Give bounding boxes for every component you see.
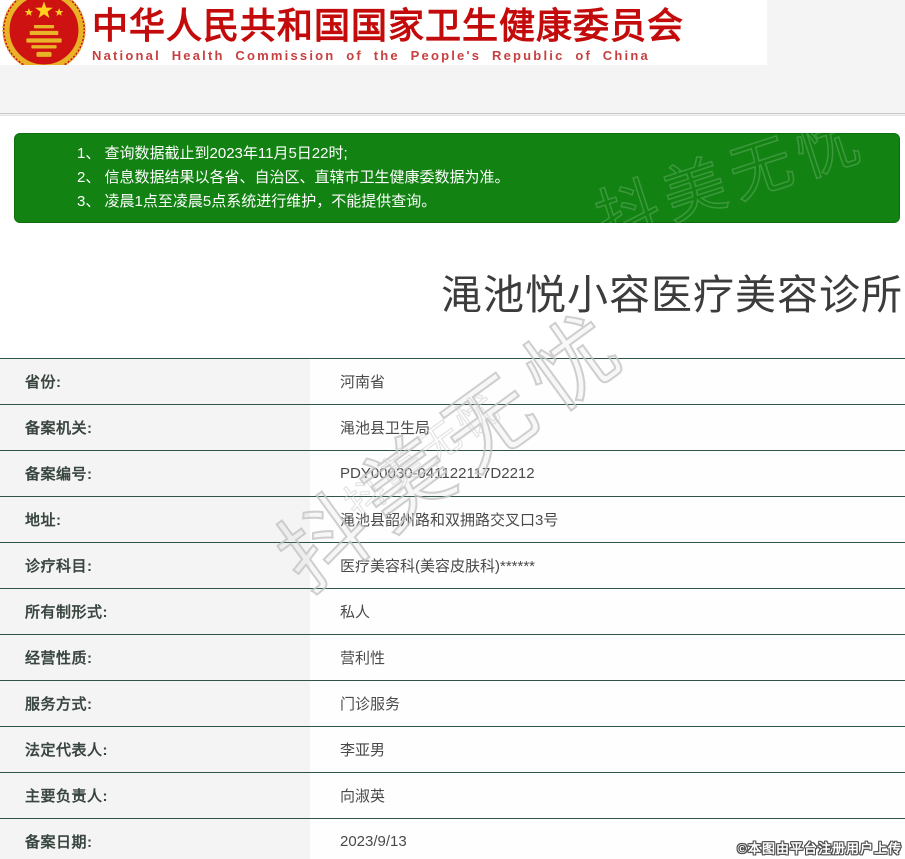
field-value: 河南省 — [310, 359, 905, 404]
facility-name-title: 渑池悦小容医疗美容诊所 — [441, 272, 903, 318]
table-row: 备案机关: 渑池县卫生局 — [0, 405, 905, 451]
field-label: 省份: — [0, 359, 310, 404]
table-row: 经营性质: 营利性 — [0, 635, 905, 681]
field-label: 地址: — [0, 497, 310, 542]
field-label: 法定代表人: — [0, 727, 310, 772]
table-row: 诊疗科目: 医疗美容科(美容皮肤科)****** — [0, 543, 905, 589]
field-label: 备案机关: — [0, 405, 310, 450]
table-row: 所有制形式: 私人 — [0, 589, 905, 635]
notice-item: 1、 查询数据截止到2023年11月5日22时; — [77, 145, 348, 162]
facility-info-table: 省份: 河南省 备案机关: 渑池县卫生局 备案编号: PDY00030-0411… — [0, 358, 905, 859]
site-title-english: National Health Commission of the People… — [92, 48, 650, 63]
field-label: 经营性质: — [0, 635, 310, 680]
header-band: 中华人民共和国国家卫生健康委员会 National Health Commiss… — [0, 0, 905, 65]
table-row: 地址: 渑池县韶州路和双拥路交叉口3号 — [0, 497, 905, 543]
field-label: 备案日期: — [0, 819, 310, 859]
field-label: 备案编号: — [0, 451, 310, 496]
table-row: 法定代表人: 李亚男 — [0, 727, 905, 773]
field-value: 向淑英 — [310, 773, 905, 818]
field-value: 渑池县韶州路和双拥路交叉口3号 — [310, 497, 905, 542]
header-gray-band — [0, 65, 905, 113]
national-emblem-icon — [2, 0, 86, 65]
field-value: 医疗美容科(美容皮肤科)****** — [310, 543, 905, 588]
field-value: PDY00030-041122117D2212 — [310, 451, 905, 496]
upload-copyright-watermark: ©本图由平台注册用户上传 — [737, 841, 902, 856]
field-value: 李亚男 — [310, 727, 905, 772]
table-row: 主要负责人: 向淑英 — [0, 773, 905, 819]
table-row: 省份: 河南省 — [0, 359, 905, 405]
field-value: 营利性 — [310, 635, 905, 680]
page: 中华人民共和国国家卫生健康委员会 National Health Commiss… — [0, 0, 905, 859]
table-row: 服务方式: 门诊服务 — [0, 681, 905, 727]
header-titles: 中华人民共和国国家卫生健康委员会 National Health Commiss… — [92, 0, 685, 64]
field-value: 渑池县卫生局 — [310, 405, 905, 450]
field-label: 服务方式: — [0, 681, 310, 726]
table-row: 备案编号: PDY00030-041122117D2212 — [0, 451, 905, 497]
site-header: 中华人民共和国国家卫生健康委员会 National Health Commiss… — [0, 0, 767, 65]
field-label: 诊疗科目: — [0, 543, 310, 588]
field-label: 所有制形式: — [0, 589, 310, 634]
notice-item: 2、 信息数据结果以各省、自治区、直辖市卫生健康委数据为准。 — [77, 169, 510, 186]
field-value: 门诊服务 — [310, 681, 905, 726]
field-label: 主要负责人: — [0, 773, 310, 818]
notice-box: 1、 查询数据截止到2023年11月5日22时; 2、 信息数据结果以各省、自治区… — [14, 133, 900, 223]
notice-item: 3、 凌晨1点至凌晨5点系统进行维护，不能提供查询。 — [77, 193, 437, 210]
field-value: 私人 — [310, 589, 905, 634]
site-title-chinese: 中华人民共和国国家卫生健康委员会 — [92, 5, 685, 46]
header-divider — [0, 113, 905, 116]
